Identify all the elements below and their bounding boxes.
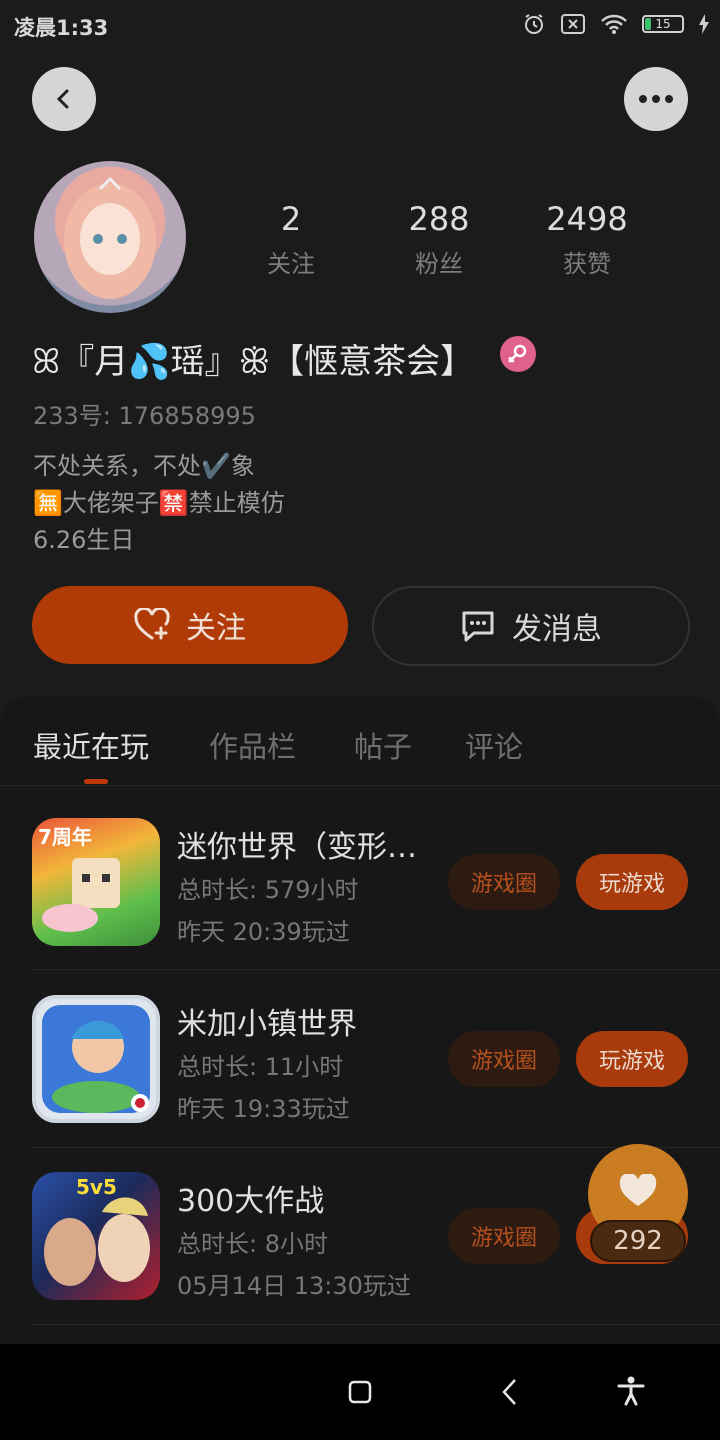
game-title[interactable]: 迷你世界（变形… — [177, 822, 417, 866]
game-circle-button[interactable]: 游戏圈 — [448, 854, 560, 910]
system-back-button[interactable] — [500, 1378, 520, 1410]
charging-icon — [699, 14, 709, 34]
bio-line: 不处关系，不处✔️象 — [33, 452, 255, 480]
more-button[interactable] — [624, 67, 688, 131]
square-icon — [348, 1380, 372, 1404]
accessibility-icon — [617, 1376, 645, 1406]
play-game-button[interactable]: 玩游戏 — [576, 854, 688, 910]
bio-line: 🈚大佬架子🈲禁止模仿 — [33, 489, 285, 517]
game-last-played: 05月14日 13:30玩过 — [177, 1272, 411, 1300]
game-last-played: 昨天 20:39玩过 — [177, 918, 350, 946]
stat-label: 获赞 — [563, 250, 611, 278]
icon-text: 7周年 — [38, 825, 92, 849]
follow-button[interactable]: 关注 — [32, 586, 348, 664]
stat-followers[interactable]: 288 粉丝 — [379, 200, 499, 279]
heart-plus-icon — [134, 608, 170, 640]
back-button[interactable] — [32, 67, 96, 131]
miga-town-icon[interactable] — [32, 995, 160, 1123]
bio-line: 6.26生日 — [33, 526, 135, 554]
recents-button[interactable] — [348, 1380, 372, 1408]
no-sim-icon — [561, 14, 585, 34]
stat-value: 2 — [280, 200, 302, 238]
mini-world-icon[interactable]: 7周年 — [32, 818, 160, 946]
message-label: 发消息 — [512, 612, 602, 647]
follow-label: 关注 — [186, 611, 246, 646]
game-title[interactable]: 米加小镇世界 — [177, 999, 357, 1043]
status-time: 凌晨1:33 — [14, 16, 109, 40]
nickname: ꕤ『月💦瑶』ꕥ【惬意茶会】 — [32, 342, 475, 382]
accessibility-button[interactable] — [616, 1376, 646, 1410]
stat-label: 关注 — [267, 250, 315, 278]
300-battle-icon[interactable]: 5v5 — [32, 1172, 160, 1300]
divider — [32, 1324, 720, 1325]
battery-indicator: 15 — [642, 15, 684, 33]
tab-comments[interactable]: 评论 — [465, 724, 523, 766]
user-id: 233号: 176858995 — [33, 402, 256, 430]
stat-following[interactable]: 2 关注 — [231, 200, 351, 279]
alarm-icon — [525, 14, 543, 34]
tab-indicator — [84, 779, 108, 784]
play-game-button[interactable]: 玩游戏 — [576, 1031, 688, 1087]
chat-bubble-icon — [462, 611, 494, 642]
game-duration: 总时长: 579小时 — [177, 876, 359, 904]
chevron-left-icon — [56, 89, 69, 109]
stat-label: 粉丝 — [415, 250, 463, 278]
chevron-left-icon — [502, 1379, 516, 1405]
game-circle-button[interactable]: 游戏圈 — [448, 1208, 560, 1264]
stat-likes[interactable]: 2498 获赞 — [527, 200, 647, 279]
more-dots-icon — [639, 95, 673, 103]
battery-level: 15 — [655, 17, 671, 31]
divider — [0, 785, 720, 786]
game-last-played: 昨天 19:33玩过 — [177, 1095, 350, 1123]
heart-icon — [619, 1174, 657, 1206]
tab-posts[interactable]: 帖子 — [354, 724, 412, 766]
icon-text: 5v5 — [76, 1175, 117, 1199]
tab-recently-played[interactable]: 最近在玩 — [33, 724, 149, 766]
like-count: 292 — [590, 1220, 686, 1262]
message-button[interactable]: 发消息 — [372, 586, 690, 666]
game-circle-button[interactable]: 游戏圈 — [448, 1031, 560, 1087]
avatar[interactable] — [34, 161, 186, 313]
tab-works[interactable]: 作品栏 — [209, 724, 296, 766]
game-duration: 总时长: 11小时 — [177, 1053, 344, 1081]
status-icons: 15 — [522, 12, 710, 36]
avatar-illustration — [64, 176, 156, 299]
game-title[interactable]: 300大作战 — [177, 1176, 324, 1220]
stat-value: 288 — [408, 200, 470, 238]
game-duration: 总时长: 8小时 — [177, 1230, 328, 1258]
female-gender-icon — [500, 336, 536, 372]
stat-value: 2498 — [546, 200, 628, 238]
wifi-icon — [601, 14, 627, 34]
divider — [32, 969, 720, 970]
